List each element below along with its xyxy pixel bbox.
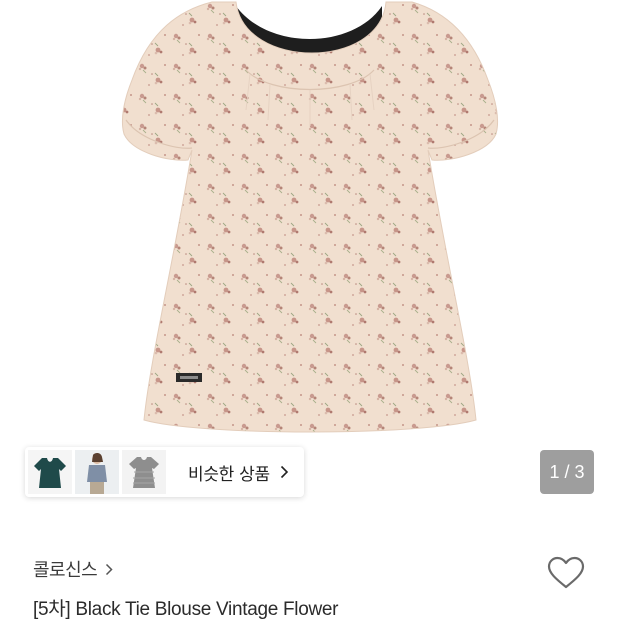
image-page-counter: 1 / 3 — [540, 450, 594, 494]
brand-name: 콜로신스 — [33, 560, 98, 581]
brand-link[interactable]: 콜로신스 — [33, 556, 113, 582]
teal-blouse-thumbnail[interactable] — [28, 450, 72, 494]
blouse-body — [121, 1, 499, 433]
product-image[interactable] — [0, 0, 620, 440]
blouse-photo — [121, 1, 499, 433]
heart-outline-icon — [547, 556, 585, 589]
chevron-right-icon — [280, 465, 289, 479]
model-blouse-thumbnail[interactable] — [75, 450, 119, 494]
similar-products-button[interactable]: 비슷한 상품 — [25, 447, 304, 497]
chevron-right-icon — [105, 563, 113, 576]
gray-blouse-thumbnail[interactable] — [122, 450, 166, 494]
wishlist-button[interactable] — [547, 556, 585, 590]
product-title: [5차] Black Tie Blouse Vintage Flower — [33, 599, 339, 620]
similar-products-label: 비슷한 상품 — [188, 464, 270, 485]
